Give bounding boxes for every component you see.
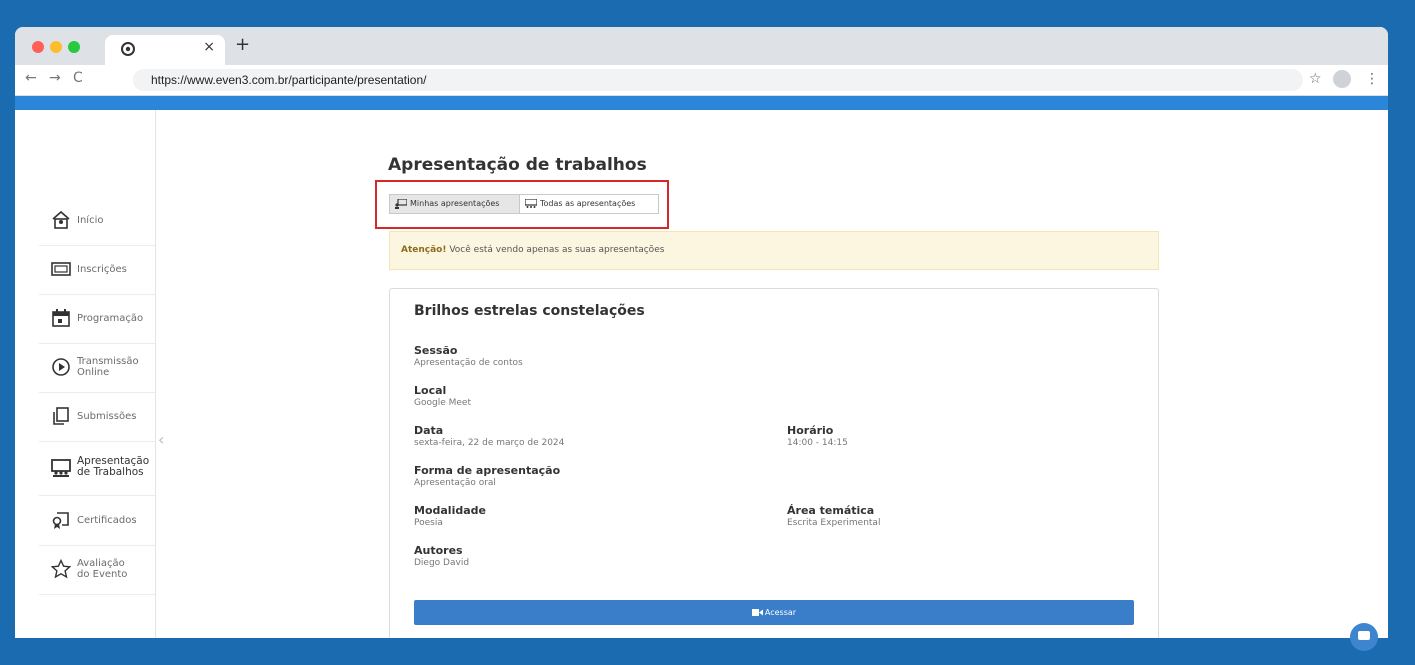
field-value: Poesia: [414, 518, 443, 528]
acessar-button[interactable]: Acessar: [414, 600, 1134, 625]
chrome-icon: [121, 42, 135, 56]
sidebar: Início Inscrições Programação Transmissã…: [15, 110, 156, 638]
field-horario: Horário 14:00 - 14:15: [787, 424, 848, 450]
field-label: Data: [414, 424, 444, 437]
field-value: sexta-feira, 22 de março de 2024: [414, 438, 565, 448]
sidebar-label: Transmissão Online: [77, 356, 139, 378]
presentation-icon: [525, 199, 537, 208]
chat-icon: [1358, 631, 1370, 640]
tab-todas-as-apresentacoes[interactable]: Todas as apresentações: [519, 194, 659, 214]
presentation-card: Brilhos estrelas constelações Sessão Apr…: [389, 288, 1159, 638]
copy-document-icon: [53, 407, 69, 425]
field-value: 14:00 - 14:15: [787, 438, 848, 448]
chat-button[interactable]: [1350, 623, 1378, 651]
main-content: Apresentação de trabalhos Minhas apresen…: [156, 110, 1388, 638]
maximize-window-button[interactable]: [68, 41, 80, 53]
sidebar-label: Avaliação do Evento: [77, 558, 128, 580]
field-label: Horário: [787, 424, 834, 437]
app-header-bar: [15, 96, 1388, 110]
sidebar-item-inscricoes[interactable]: Inscrições: [39, 245, 155, 295]
bookmark-star-icon[interactable]: ☆: [1309, 71, 1322, 87]
field-label: Sessão: [414, 344, 458, 357]
home-icon: [52, 210, 70, 229]
sidebar-item-submissoes[interactable]: Submissões: [39, 392, 155, 442]
field-autores: Autores Diego David: [414, 544, 469, 570]
field-modalidade: Modalidade Poesia: [414, 504, 486, 530]
field-label: Local: [414, 384, 447, 397]
sidebar-label: Início: [77, 215, 104, 226]
presentation-icon: [51, 459, 71, 477]
certificate-icon: [52, 512, 69, 529]
page-title: Apresentação de trabalhos: [388, 155, 647, 175]
field-area-tematica: Área temática Escrita Experimental: [787, 504, 880, 530]
browser-window: × + ← → C https://www.even3.com.br/parti…: [15, 27, 1388, 638]
tab-minhas-apresentacoes[interactable]: Minhas apresentações: [389, 194, 520, 214]
forward-icon[interactable]: →: [49, 70, 61, 86]
tab-close-icon[interactable]: ×: [203, 39, 215, 55]
profile-avatar-icon[interactable]: [1333, 70, 1351, 88]
ticket-icon: [51, 262, 71, 276]
sidebar-label: Programação: [77, 313, 144, 324]
sidebar-item-avaliacao-do-evento[interactable]: Avaliação do Evento: [39, 545, 155, 595]
field-local: Local Google Meet: [414, 384, 471, 410]
sidebar-item-programacao[interactable]: Programação: [39, 294, 155, 344]
url-text: https://www.even3.com.br/participante/pr…: [151, 73, 427, 87]
field-value: Diego David: [414, 558, 470, 568]
acessar-label: Acessar: [764, 608, 797, 617]
minimize-window-button[interactable]: [50, 41, 62, 53]
play-circle-icon: [52, 358, 70, 376]
alert-strong: Atenção!: [401, 245, 447, 255]
sidebar-label: Submissões: [77, 411, 137, 422]
sidebar-item-certificados[interactable]: Certificados: [39, 496, 155, 546]
browser-tab[interactable]: ×: [105, 35, 225, 65]
field-forma-de-apresentacao: Forma de apresentação Apresentação oral: [414, 464, 560, 490]
field-sessao: Sessão Apresentação de contos: [414, 344, 523, 370]
address-bar[interactable]: https://www.even3.com.br/participante/pr…: [133, 69, 1303, 91]
field-value: Google Meet: [414, 398, 471, 408]
field-label: Autores: [414, 544, 463, 557]
field-data: Data sexta-feira, 22 de março de 2024: [414, 424, 564, 450]
sidebar-label: Inscrições: [77, 264, 127, 275]
new-tab-button[interactable]: +: [235, 34, 250, 55]
sidebar-item-transmissao-online[interactable]: Transmissão Online: [39, 343, 155, 393]
browser-toolbar: ← → C https://www.even3.com.br/participa…: [15, 65, 1388, 96]
browser-menu-icon[interactable]: ⋮: [1365, 71, 1379, 87]
tab-label: Minhas apresentações: [410, 199, 500, 208]
field-value: Apresentação oral: [414, 478, 496, 488]
field-label: Área temática: [787, 504, 875, 517]
video-camera-icon: [751, 609, 763, 616]
close-window-button[interactable]: [32, 41, 44, 53]
calendar-icon: [52, 309, 70, 327]
alert-text: Você está vendo apenas as suas apresenta…: [446, 245, 665, 255]
sidebar-item-apresentacao-de-trabalhos[interactable]: Apresentação de Trabalhos: [39, 441, 155, 496]
sidebar-label: Certificados: [77, 515, 137, 526]
tab-label: Todas as apresentações: [540, 199, 636, 208]
back-icon[interactable]: ←: [25, 70, 37, 86]
sidebar-label: Apresentação de Trabalhos: [77, 455, 150, 478]
star-icon: [51, 559, 71, 579]
card-title: Brilhos estrelas constelações: [414, 303, 645, 319]
reload-icon[interactable]: C: [73, 70, 83, 86]
field-label: Modalidade: [414, 504, 486, 517]
field-value: Apresentação de contos: [414, 358, 523, 368]
presentation-user-icon: [395, 199, 407, 209]
attention-alert: Atenção! Você está vendo apenas as suas …: [389, 231, 1159, 270]
browser-titlebar: × +: [15, 27, 1388, 65]
sidebar-item-inicio[interactable]: Início: [39, 196, 155, 246]
field-value: Escrita Experimental: [787, 518, 881, 528]
field-label: Forma de apresentação: [414, 464, 561, 477]
